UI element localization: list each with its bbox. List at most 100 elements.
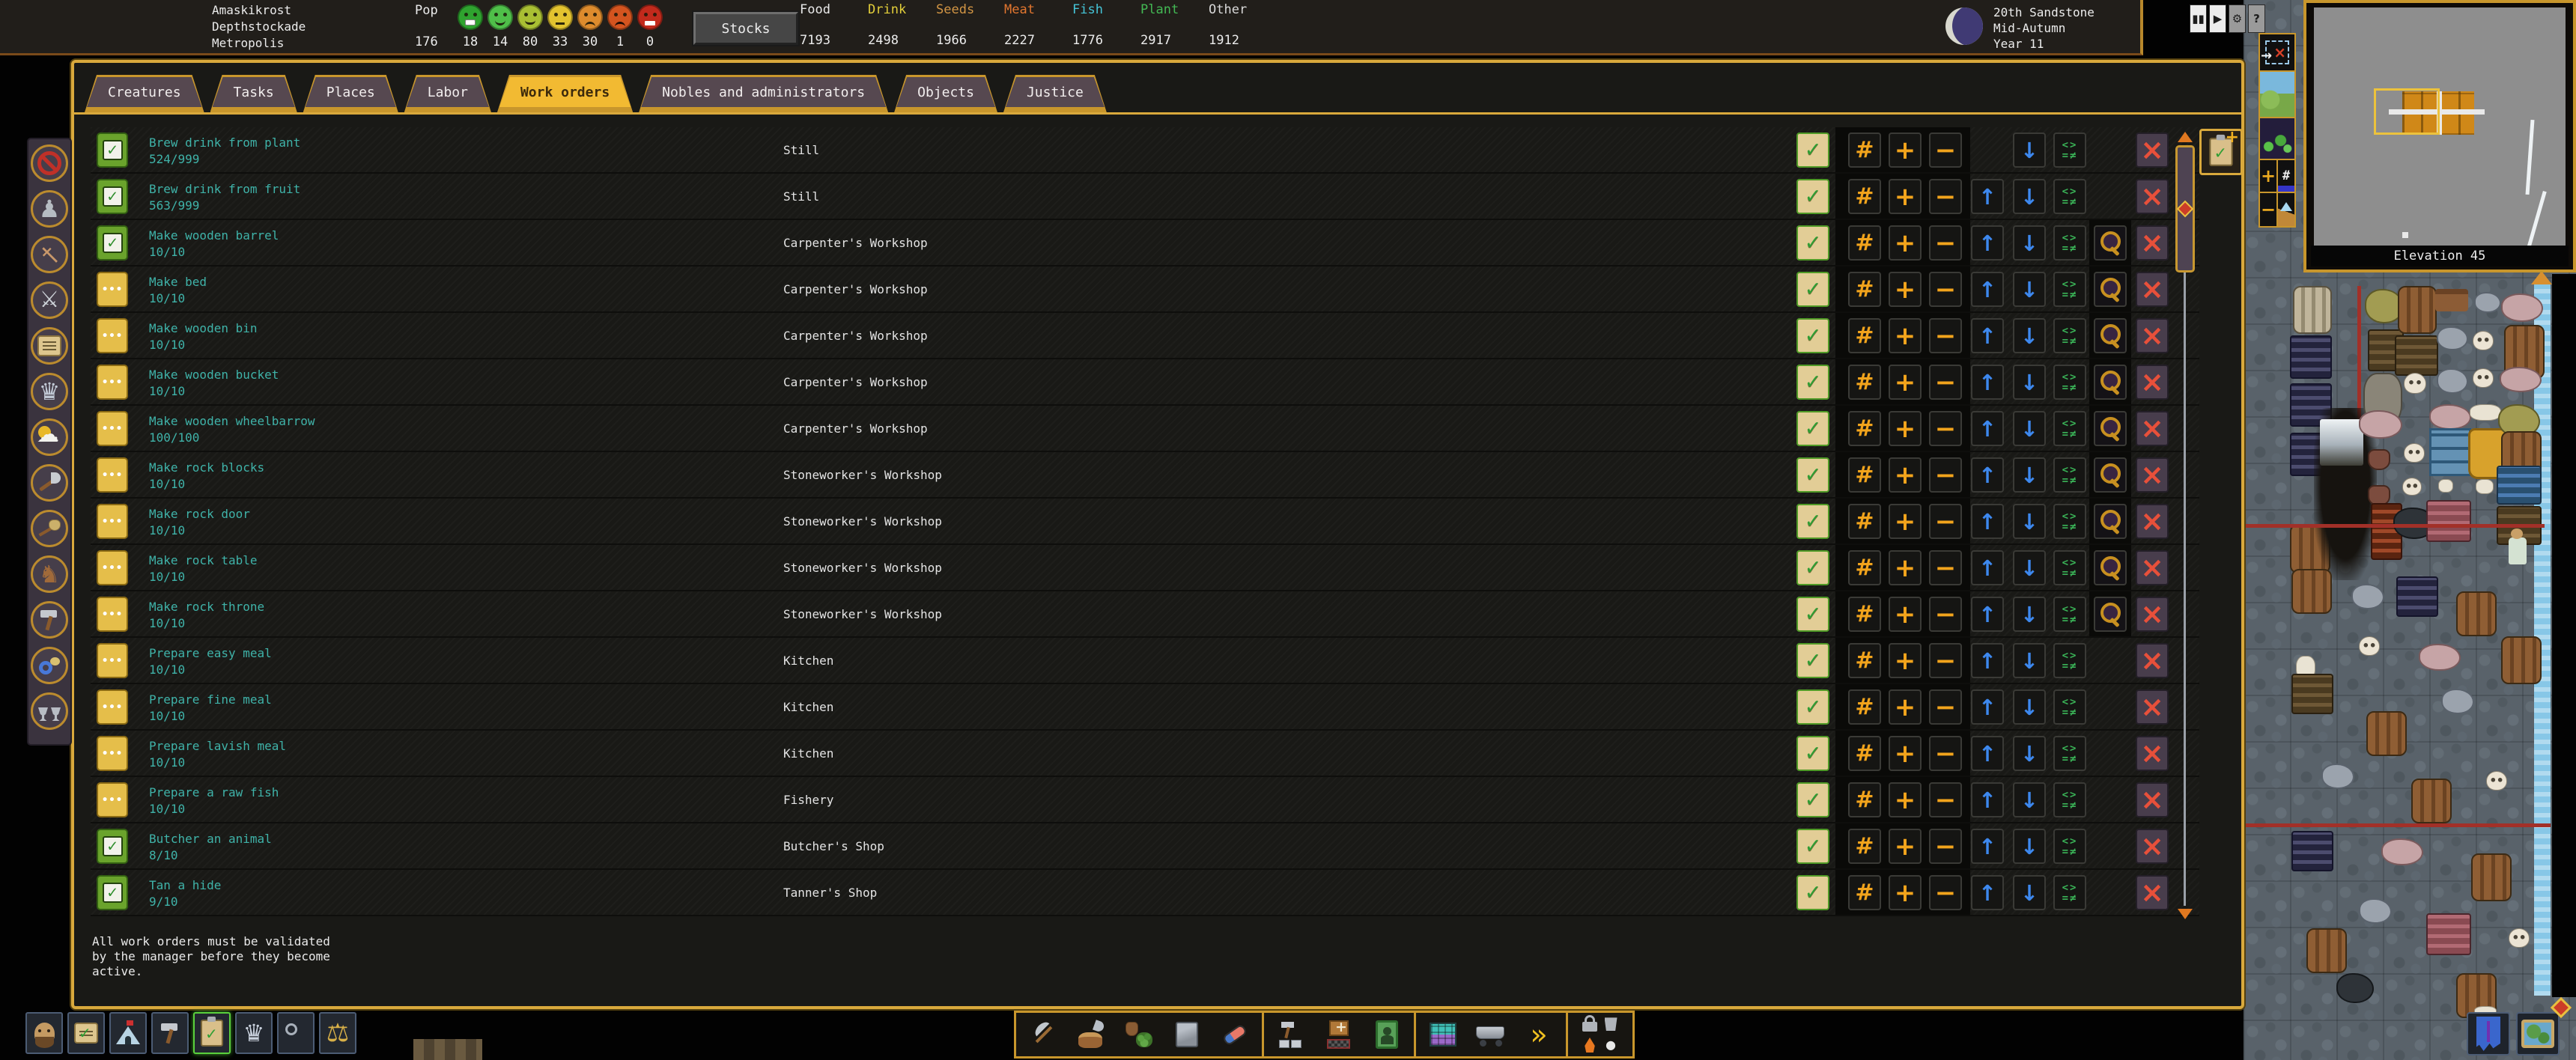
decrease-count-button[interactable]: − xyxy=(1929,736,1962,771)
order-details-button[interactable] xyxy=(2094,365,2127,400)
move-down-button[interactable]: ↓ xyxy=(2013,643,2046,678)
nobles-menu-button[interactable]: ♛ xyxy=(235,1012,273,1054)
validate-order-button[interactable]: ✓ xyxy=(1796,504,1829,539)
dump-button[interactable] xyxy=(1601,1014,1620,1033)
increase-count-button[interactable]: + xyxy=(1889,132,1922,168)
sidebar-mining-button[interactable] xyxy=(31,510,68,547)
increase-count-button[interactable]: + xyxy=(1889,457,1922,493)
order-conditions-button[interactable]: <>=≠ xyxy=(2053,318,2086,353)
sidebar-statue-button[interactable]: ♟ xyxy=(31,190,68,228)
remove-order-button[interactable]: × xyxy=(2136,225,2169,261)
order-conditions-button[interactable]: <>=≠ xyxy=(2053,643,2086,678)
mine-button[interactable] xyxy=(1025,1015,1061,1054)
order-details-button[interactable] xyxy=(2094,272,2127,307)
order-details-button[interactable] xyxy=(2094,457,2127,493)
increase-count-button[interactable]: + xyxy=(1889,365,1922,400)
order-conditions-button[interactable]: <>=≠ xyxy=(2053,411,2086,446)
order-status-checkbox[interactable]: ✓ xyxy=(97,875,128,910)
validate-order-button[interactable]: ✓ xyxy=(1796,597,1829,632)
order-conditions-button[interactable]: <>=≠ xyxy=(2053,365,2086,400)
tasks-menu-button[interactable]: ✓ xyxy=(67,1012,105,1054)
workshop-assign-button[interactable]: # xyxy=(1848,411,1881,446)
validate-order-button[interactable]: ✓ xyxy=(1796,829,1829,864)
move-down-button[interactable]: ↓ xyxy=(2013,365,2046,400)
places-menu-button[interactable] xyxy=(109,1012,147,1054)
remove-order-button[interactable]: × xyxy=(2136,550,2169,585)
work-order-row[interactable]: ••• Make rock table 10/10 Stoneworker's … xyxy=(91,545,2199,591)
decrease-count-button[interactable]: − xyxy=(1929,411,1962,446)
validate-order-button[interactable]: ✓ xyxy=(1796,643,1829,678)
order-details-button[interactable] xyxy=(2094,411,2127,446)
move-down-button[interactable]: ↓ xyxy=(2013,550,2046,585)
chop-button[interactable] xyxy=(1073,1015,1109,1054)
slope-toggle-button[interactable] xyxy=(2278,193,2294,226)
move-down-button[interactable]: ↓ xyxy=(2013,504,2046,539)
work-order-row[interactable]: ✓ Tan a hide 9/10 Tanner's Shop ✓ # + − … xyxy=(91,870,2199,916)
move-up-button[interactable]: ↑ xyxy=(1971,875,2004,910)
follow-cancel-button[interactable]: →× xyxy=(2260,34,2294,72)
move-down-button[interactable]: ↓ xyxy=(2013,689,2046,725)
work-order-row[interactable]: ••• Prepare easy meal 10/10 Kitchen ✓ # … xyxy=(91,638,2199,684)
scroll-down-arrow-icon[interactable] xyxy=(2178,909,2193,919)
remove-order-button[interactable]: × xyxy=(2136,875,2169,910)
work-order-row[interactable]: ••• Prepare a raw fish 10/10 Fishery ✓ #… xyxy=(91,777,2199,823)
sidebar-tavern-button[interactable] xyxy=(31,692,68,730)
validate-order-button[interactable]: ✓ xyxy=(1796,225,1829,261)
order-conditions-button[interactable]: <>=≠ xyxy=(2053,504,2086,539)
move-down-button[interactable]: ↓ xyxy=(2013,736,2046,771)
stocks-button[interactable]: Stocks xyxy=(693,12,798,45)
move-up-button[interactable]: ↑ xyxy=(1971,829,2004,864)
validate-order-button[interactable]: ✓ xyxy=(1796,365,1829,400)
workshop-assign-button[interactable]: # xyxy=(1848,643,1881,678)
work-order-row[interactable]: ••• Make rock door 10/10 Stoneworker's W… xyxy=(91,499,2199,545)
order-conditions-button[interactable]: <>=≠ xyxy=(2053,736,2086,771)
gather-button[interactable] xyxy=(1121,1015,1157,1054)
order-status-checkbox[interactable]: ••• xyxy=(97,504,128,539)
remove-order-button[interactable]: × xyxy=(2136,318,2169,353)
workshop-assign-button[interactable]: # xyxy=(1848,829,1881,864)
move-down-button[interactable]: ↓ xyxy=(2013,225,2046,261)
order-status-checkbox[interactable]: ••• xyxy=(97,643,128,678)
remove-order-button[interactable]: × xyxy=(2136,132,2169,168)
move-up-button[interactable]: ↑ xyxy=(1971,225,2004,261)
move-down-button[interactable]: ↓ xyxy=(2013,457,2046,493)
workshop-assign-button[interactable]: # xyxy=(1848,550,1881,585)
order-status-checkbox[interactable]: ✓ xyxy=(97,225,128,261)
decrease-count-button[interactable]: − xyxy=(1929,504,1962,539)
increase-count-button[interactable]: + xyxy=(1889,875,1922,910)
order-status-checkbox[interactable]: ••• xyxy=(97,457,128,493)
order-conditions-button[interactable]: <>=≠ xyxy=(2053,132,2086,168)
validate-order-button[interactable]: ✓ xyxy=(1796,132,1829,168)
tab-labor[interactable]: Labor xyxy=(404,75,491,112)
surface-view-button[interactable] xyxy=(2260,72,2294,118)
workshop-assign-button[interactable]: # xyxy=(1848,457,1881,493)
work-order-row[interactable]: ✓ Make wooden barrel 10/10 Carpenter's W… xyxy=(91,220,2199,266)
decrease-count-button[interactable]: − xyxy=(1929,272,1962,307)
order-details-button[interactable] xyxy=(2094,504,2127,539)
decrease-count-button[interactable]: − xyxy=(1929,875,1962,910)
labor-menu-button[interactable] xyxy=(151,1012,189,1054)
scrollbar-thumb[interactable] xyxy=(2175,145,2195,272)
remove-order-button[interactable]: × xyxy=(2136,597,2169,632)
remove-order-button[interactable]: × xyxy=(2136,643,2169,678)
scroll-up-arrow-icon[interactable] xyxy=(2178,132,2193,142)
order-conditions-button[interactable]: <>=≠ xyxy=(2053,782,2086,817)
remove-order-button[interactable]: × xyxy=(2136,365,2169,400)
move-up-button[interactable]: ↑ xyxy=(1971,411,2004,446)
move-down-button[interactable]: ↓ xyxy=(2013,132,2046,168)
work-order-row[interactable]: ••• Make rock blocks 10/10 Stoneworker's… xyxy=(91,452,2199,499)
order-status-checkbox[interactable]: ••• xyxy=(97,597,128,632)
order-details-button[interactable] xyxy=(2094,597,2127,632)
move-up-button[interactable]: ↑ xyxy=(1971,550,2004,585)
move-down-button[interactable]: ↓ xyxy=(2013,179,2046,214)
workshop-assign-button[interactable]: # xyxy=(1848,225,1881,261)
move-up-button[interactable]: ↑ xyxy=(1971,597,2004,632)
decrease-count-button[interactable]: − xyxy=(1929,689,1962,725)
order-status-checkbox[interactable]: ••• xyxy=(97,365,128,400)
validate-order-button[interactable]: ✓ xyxy=(1796,272,1829,307)
order-details-button[interactable] xyxy=(2094,318,2127,353)
increase-count-button[interactable]: + xyxy=(1889,689,1922,725)
order-conditions-button[interactable]: <>=≠ xyxy=(2053,597,2086,632)
move-up-button[interactable]: ↑ xyxy=(1971,272,2004,307)
increase-count-button[interactable]: + xyxy=(1889,504,1922,539)
